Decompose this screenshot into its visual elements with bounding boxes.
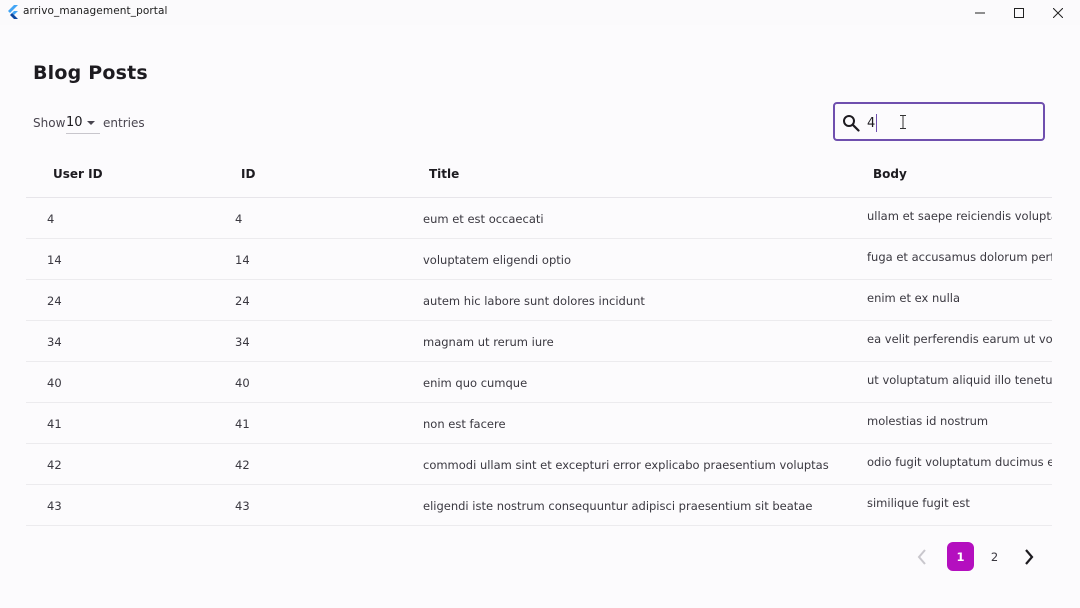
cell-id: 41 xyxy=(235,417,250,431)
cell-user-id: 14 xyxy=(47,253,62,267)
cell-user-id: 24 xyxy=(47,294,62,308)
cell-title: enim quo cumque xyxy=(423,376,528,390)
cell-title: voluptatem eligendi optio xyxy=(423,253,571,267)
cell-user-id: 4 xyxy=(47,212,55,226)
cell-id: 42 xyxy=(235,458,250,472)
window-title: arrivo_management_portal xyxy=(23,5,168,17)
cell-body: ullam et saepe reiciendis voluptatem adi… xyxy=(867,209,1052,223)
cell-id: 40 xyxy=(235,376,250,390)
table-row[interactable]: 42 42 commodi ullam sint et excepturi er… xyxy=(26,444,1052,485)
previous-page-button[interactable] xyxy=(910,545,934,569)
entries-select[interactable]: 10 xyxy=(66,115,100,134)
cell-body: fuga et accusamus dolorum perferendis il… xyxy=(867,250,1052,264)
dropdown-arrow-icon xyxy=(87,121,95,125)
table-row[interactable]: 43 43 eligendi iste nostrum consequuntur… xyxy=(26,485,1052,526)
cell-id: 34 xyxy=(235,335,250,349)
column-header-body[interactable]: Body xyxy=(873,167,907,181)
cell-title: non est facere xyxy=(423,417,506,431)
table-row[interactable]: 41 41 non est facere molestias id nostru… xyxy=(26,403,1052,444)
table-row[interactable]: 4 4 eum et est occaecati ullam et saepe … xyxy=(26,198,1052,239)
cell-body: odio fugit voluptatum ducimus earum aute… xyxy=(867,455,1052,469)
cell-user-id: 34 xyxy=(47,335,62,349)
minimize-icon xyxy=(975,12,985,13)
cell-body: molestias id nostrum xyxy=(867,414,989,428)
page-title: Blog Posts xyxy=(33,62,148,84)
search-icon xyxy=(843,115,860,132)
table-row[interactable]: 34 34 magnam ut rerum iure ea velit perf… xyxy=(26,321,1052,362)
cell-title: magnam ut rerum iure xyxy=(423,335,554,349)
cell-id: 24 xyxy=(235,294,250,308)
window-titlebar: arrivo_management_portal xyxy=(0,0,1080,25)
table-row[interactable]: 40 40 enim quo cumque ut voluptatum aliq… xyxy=(26,362,1052,403)
table-row[interactable]: 24 24 autem hic labore sunt dolores inci… xyxy=(26,280,1052,321)
column-header-title[interactable]: Title xyxy=(429,167,459,181)
cell-body: ut voluptatum aliquid illo tenetur nemo … xyxy=(867,373,1052,387)
search-input[interactable] xyxy=(867,113,1037,133)
entries-label: entries xyxy=(103,116,145,130)
cell-user-id: 42 xyxy=(47,458,62,472)
chevron-left-icon xyxy=(917,549,926,565)
chevron-right-icon xyxy=(1025,549,1034,565)
table-body: 4 4 eum et est occaecati ullam et saepe … xyxy=(26,198,1052,526)
cell-id: 4 xyxy=(235,212,243,226)
cell-title: autem hic labore sunt dolores incidunt xyxy=(423,294,645,308)
flutter-logo-icon xyxy=(8,5,18,19)
cell-user-id: 41 xyxy=(47,417,62,431)
show-label: Show xyxy=(33,116,66,130)
table-header: User ID ID Title Body xyxy=(26,154,1052,198)
cell-title: eum et est occaecati xyxy=(423,212,544,226)
cell-body: similique fugit est xyxy=(867,496,970,510)
maximize-button[interactable] xyxy=(999,0,1039,25)
cell-user-id: 40 xyxy=(47,376,62,390)
ibeam-cursor-icon xyxy=(900,115,906,129)
close-icon xyxy=(1053,7,1063,18)
page-button-1[interactable]: 1 xyxy=(947,542,974,571)
text-caret xyxy=(876,114,877,132)
maximize-icon xyxy=(1014,7,1024,18)
cell-title: commodi ullam sint et excepturi error ex… xyxy=(423,458,829,472)
cell-title: eligendi iste nostrum consequuntur adipi… xyxy=(423,499,813,513)
cell-user-id: 43 xyxy=(47,499,62,513)
next-page-button[interactable] xyxy=(1017,545,1041,569)
close-button[interactable] xyxy=(1038,0,1078,25)
pagination: 1 2 xyxy=(910,541,1050,573)
search-box[interactable] xyxy=(833,102,1045,141)
table-row[interactable]: 14 14 voluptatem eligendi optio fuga et … xyxy=(26,239,1052,280)
cell-id: 14 xyxy=(235,253,250,267)
blog-posts-table: User ID ID Title Body 4 4 eum et est occ… xyxy=(26,154,1052,526)
cell-id: 43 xyxy=(235,499,250,513)
cell-body: ea velit perferendis earum ut voluptatem… xyxy=(867,332,1052,346)
column-header-user-id[interactable]: User ID xyxy=(53,167,103,181)
page-button-2[interactable]: 2 xyxy=(981,542,1008,571)
entries-selected-value: 10 xyxy=(66,115,83,130)
cell-body: enim et ex nulla xyxy=(867,291,961,305)
minimize-button[interactable] xyxy=(960,0,1000,25)
column-header-id[interactable]: ID xyxy=(241,167,255,181)
